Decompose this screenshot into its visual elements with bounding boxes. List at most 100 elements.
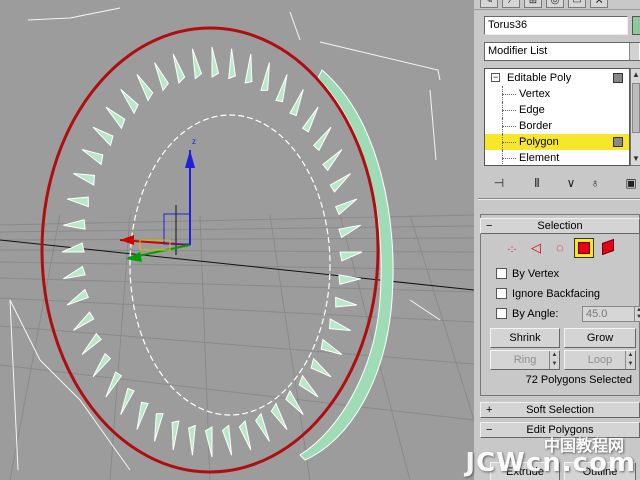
hierarchy-tab-icon[interactable]: ⊞ xyxy=(524,0,542,8)
scroll-thumb[interactable] xyxy=(632,83,640,133)
utilities-tab-icon[interactable]: ⚒ xyxy=(590,0,608,8)
perspective-viewport[interactable]: z xyxy=(0,0,474,480)
polygon-mode-icon[interactable] xyxy=(574,238,594,258)
stack-item-vertex[interactable]: Vertex xyxy=(485,86,629,102)
grow-button[interactable]: Grow xyxy=(564,328,636,348)
chevron-down-icon[interactable] xyxy=(629,43,639,60)
modifier-list-dropdown[interactable]: Modifier List xyxy=(484,42,640,61)
rollout-title: Soft Selection xyxy=(526,404,594,416)
by-vertex-checkbox[interactable] xyxy=(496,268,507,279)
tread-blade xyxy=(105,371,123,398)
collapse-icon: − xyxy=(486,424,493,436)
modifier-stack[interactable]: − Editable Poly Vertex Edge Border Polyg… xyxy=(484,68,630,166)
gizmo-z-label: z xyxy=(192,137,196,146)
stack-scrollbar[interactable]: ▲ ▼ xyxy=(630,68,640,166)
tread-blade xyxy=(310,357,332,378)
stack-item-polygon[interactable]: Polygon xyxy=(485,134,629,150)
vertex-mode-icon[interactable]: ·:· xyxy=(502,238,522,258)
object-name-field[interactable]: Torus36 xyxy=(484,16,628,35)
display-tab-icon[interactable]: ▭ xyxy=(568,0,586,8)
ring-button[interactable]: Ring ▲ ▼ xyxy=(490,350,560,370)
stack-item-element[interactable]: Element xyxy=(485,150,629,165)
sub-object-highlight-icon xyxy=(613,137,623,147)
stack-tools-row: ⊣ Ⅱ ∨ ♁ ▣ xyxy=(482,172,640,194)
selection-rollout-header[interactable]: − Selection xyxy=(480,218,640,234)
modifier-list-label: Modifier List xyxy=(488,45,548,57)
tread-blade xyxy=(228,48,236,80)
collapse-toggle-icon[interactable]: − xyxy=(491,73,500,82)
loop-button[interactable]: Loop ▲ ▼ xyxy=(564,350,636,370)
tread-blade xyxy=(81,149,104,166)
tread-blade xyxy=(171,420,180,451)
by-vertex-label: By Vertex xyxy=(512,268,560,280)
rollout-title: Selection xyxy=(537,220,583,232)
modify-tab-icon[interactable]: ∕ xyxy=(502,0,520,8)
viewport-scene: z xyxy=(0,7,474,480)
stack-item-editable-poly[interactable]: − Editable Poly xyxy=(485,70,629,86)
tread-blade xyxy=(136,401,149,430)
tread-blade xyxy=(338,224,361,239)
show-end-result-icon[interactable]: Ⅱ xyxy=(528,174,546,192)
stack-item-label: Polygon xyxy=(519,136,559,148)
tread-blade xyxy=(298,374,319,398)
by-angle-label: By Angle: xyxy=(512,308,559,320)
loop-label: Loop xyxy=(587,354,613,366)
loop-spinner-icon[interactable]: ▲ ▼ xyxy=(625,351,635,369)
tread-blade xyxy=(63,219,86,230)
tread-blade xyxy=(328,318,351,331)
tread-blade xyxy=(191,48,203,80)
make-unique-icon[interactable]: ∨ xyxy=(562,174,580,192)
modifier-enabled-icon[interactable] xyxy=(613,73,623,83)
tread-blade xyxy=(270,402,288,430)
selection-status: 72 Polygons Selected xyxy=(525,374,632,386)
tread-blade xyxy=(289,89,304,117)
expand-icon: + xyxy=(486,404,493,416)
scroll-up-icon[interactable]: ▲ xyxy=(631,69,640,81)
by-angle-checkbox[interactable] xyxy=(496,308,507,319)
stack-item-label: Border xyxy=(519,120,553,132)
ring-label: Ring xyxy=(513,354,537,366)
tread-blade xyxy=(73,173,96,186)
ignore-backfacing-checkbox[interactable] xyxy=(496,288,507,299)
shrink-button[interactable]: Shrink xyxy=(490,328,560,348)
remove-modifier-icon[interactable]: ♁ xyxy=(586,174,604,192)
ring-spinner-icon[interactable]: ▲ ▼ xyxy=(549,351,559,369)
tread-blade xyxy=(275,74,288,103)
home-grid xyxy=(0,214,474,480)
tread-blade xyxy=(322,149,343,172)
edge-mode-icon[interactable]: ◁ xyxy=(526,238,546,258)
tread-blade xyxy=(335,296,358,308)
by-angle-spinner[interactable]: 45.0 ▲ ▼ xyxy=(582,306,640,322)
panel-tab-strip: ✎ ∕ ⊞ ◎ ▭ ⚒ xyxy=(474,0,640,10)
tread-blade xyxy=(211,46,220,78)
spinner-arrows-icon[interactable]: ▲ ▼ xyxy=(634,307,640,321)
tread-blade xyxy=(92,126,114,147)
stack-item-label: Element xyxy=(519,152,560,164)
tread-blade xyxy=(312,126,332,152)
tread-blade xyxy=(154,62,169,92)
watermark-en: JCWcn.com xyxy=(465,448,636,478)
tread-blade xyxy=(188,424,196,456)
tread-blade xyxy=(285,389,304,416)
command-panel: ✎ ∕ ⊞ ◎ ▭ ⚒ Torus36 Modifier List − Edit… xyxy=(474,0,640,480)
stack-item-border[interactable]: Border xyxy=(485,118,629,134)
element-mode-icon[interactable] xyxy=(598,238,618,258)
tread-blade xyxy=(238,420,252,451)
tread-blade xyxy=(329,173,351,193)
stack-item-edge[interactable]: Edge xyxy=(485,102,629,118)
motion-tab-icon[interactable]: ◎ xyxy=(546,0,564,8)
configure-sets-icon[interactable]: ▣ xyxy=(622,174,640,192)
create-tab-icon[interactable]: ✎ xyxy=(480,0,498,8)
tread-blade xyxy=(260,62,270,91)
object-color-swatch[interactable] xyxy=(632,16,640,35)
tread-blade xyxy=(61,242,85,253)
tread-blade xyxy=(63,265,86,280)
pin-stack-icon[interactable]: ⊣ xyxy=(490,174,508,192)
scroll-down-icon[interactable]: ▼ xyxy=(631,153,640,165)
tread-blade xyxy=(221,424,233,456)
ignore-backfacing-label: Ignore Backfacing xyxy=(512,288,601,300)
soft-selection-rollout-header[interactable]: + Soft Selection xyxy=(480,402,640,418)
tread-blade xyxy=(154,413,164,442)
border-mode-icon[interactable]: ◌ xyxy=(550,238,570,258)
tread-blade xyxy=(136,74,154,102)
